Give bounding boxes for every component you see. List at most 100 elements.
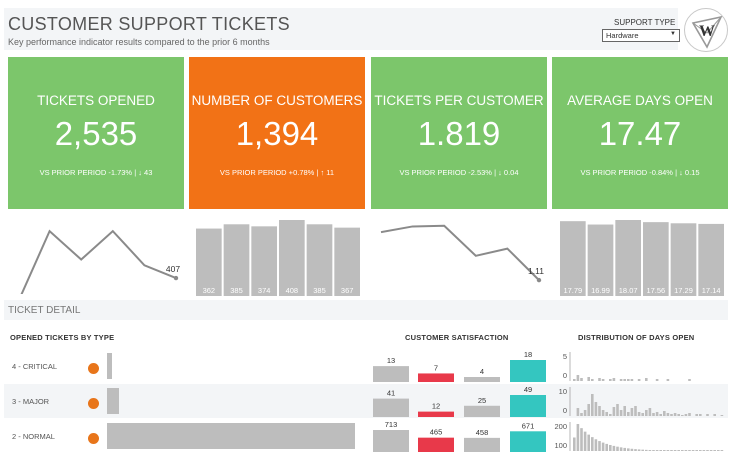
customer-satisfaction-heading: CUSTOMER SATISFACTION — [405, 333, 509, 342]
row-label-major: 3 - MAJOR — [12, 397, 50, 406]
opened-bar-major[interactable] — [107, 388, 119, 414]
histogram-bar — [573, 437, 576, 451]
support-type-label: SUPPORT TYPE — [614, 18, 676, 27]
satisfaction-bar[interactable] — [464, 437, 500, 452]
row-label-normal: 2 - NORMAL — [12, 432, 55, 441]
customers-bar-chart[interactable]: 362 385 374 408 385 367 — [196, 214, 360, 296]
bar-label: 17.79 — [563, 286, 582, 295]
histogram-bar — [612, 378, 616, 381]
svg-text:W: W — [699, 23, 715, 40]
histogram-bar — [623, 406, 626, 416]
opened-tickets-heading: OPENED TICKETS BY TYPE — [10, 333, 115, 342]
histogram-bar — [634, 449, 637, 451]
kpi-value: 1.819 — [417, 115, 501, 152]
histogram-bar — [713, 450, 716, 451]
histogram-bar — [677, 450, 680, 451]
histogram-bar — [684, 450, 688, 451]
kpi-comparison: VS PRIOR PERIOD -2.53% | ↓ 0.04 — [399, 168, 519, 177]
section-title: TICKET DETAIL — [8, 305, 81, 316]
satisfaction-bar[interactable] — [418, 437, 454, 452]
histogram-bar — [623, 447, 626, 451]
histogram-bar — [684, 414, 688, 416]
satisfaction-bar[interactable] — [418, 373, 454, 382]
kpi-tickets-per-customer[interactable]: TICKETS PER CUSTOMER 1.819 VS PRIOR PERI… — [371, 57, 547, 209]
chevron-down-icon: ▼ — [670, 31, 676, 37]
histogram-bar — [666, 413, 670, 416]
satisfaction-bar[interactable] — [510, 431, 546, 452]
kpi-title: AVERAGE DAYS OPEN — [567, 93, 713, 108]
row-label-critical: 4 - CRITICAL — [12, 362, 58, 371]
histogram-bar — [601, 442, 605, 451]
satisfaction-bar[interactable] — [373, 398, 409, 417]
histogram-bar — [699, 450, 702, 451]
last-value-label: 407 — [166, 264, 180, 274]
histogram-bar — [670, 450, 673, 451]
histogram-bar — [587, 434, 590, 451]
tickets-per-customer-sparkline[interactable]: 1.11 — [371, 214, 547, 294]
satisfaction-bar[interactable] — [373, 366, 409, 382]
days-open-bar-chart[interactable]: 17.79 16.99 18.07 17.56 17.29 17.14 — [560, 214, 724, 296]
histogram-bar — [630, 408, 634, 416]
priority-dot-icon — [88, 433, 99, 444]
opened-bar-normal[interactable] — [107, 423, 355, 449]
satisfaction-value: 671 — [522, 421, 535, 430]
bar[interactable] — [643, 222, 669, 296]
ticket-detail-section: TICKET DETAIL — [4, 300, 728, 320]
histogram-bar — [645, 410, 648, 416]
bar-label: 17.14 — [702, 286, 721, 295]
satisfaction-bar[interactable] — [373, 430, 409, 452]
histogram-bar — [659, 414, 662, 416]
kpi-number-of-customers[interactable]: NUMBER OF CUSTOMERS 1,394 VS PRIOR PERIO… — [189, 57, 365, 209]
histogram-bar — [720, 450, 724, 451]
satisfaction-bar[interactable] — [464, 405, 500, 417]
histogram-bar — [576, 375, 580, 381]
bar-label: 16.99 — [591, 286, 610, 295]
brand-logo-icon[interactable]: W — [684, 8, 728, 52]
kpi-value: 2,535 — [54, 115, 138, 152]
histogram-bar — [695, 414, 698, 416]
histogram-bar — [580, 428, 583, 451]
kpi-tickets-opened[interactable]: TICKETS OPENED 2,535 VS PRIOR PERIOD -1.… — [8, 57, 184, 209]
satisfaction-value: 13 — [387, 356, 395, 365]
opened-bar-critical[interactable] — [107, 353, 112, 379]
histogram-bar — [623, 379, 626, 381]
satisfaction-bar[interactable] — [510, 360, 546, 382]
histogram-bar — [616, 446, 619, 451]
trend-line — [20, 229, 177, 294]
satisfaction-value: 465 — [430, 428, 443, 437]
satisfaction-value: 713 — [385, 420, 398, 429]
bar[interactable] — [560, 221, 586, 296]
satisfaction-bar[interactable] — [464, 377, 500, 382]
histogram-bar — [648, 408, 652, 416]
axis-tick-label: 0 — [563, 406, 567, 415]
histogram-bar — [616, 404, 619, 416]
histogram-bar — [591, 394, 594, 416]
histogram-bar — [670, 414, 673, 416]
bar-label: 374 — [258, 286, 271, 295]
bar[interactable] — [279, 220, 305, 296]
histogram-bar — [587, 377, 590, 381]
histogram-bar — [605, 443, 608, 451]
histogram-bar — [619, 379, 623, 381]
histogram-bar — [666, 450, 670, 451]
kpi-comparison: VS PRIOR PERIOD +0.78% | ↑ 11 — [219, 168, 335, 177]
satisfaction-bar[interactable] — [418, 411, 454, 417]
bar-label: 367 — [341, 286, 354, 295]
histogram-bar — [655, 412, 659, 416]
bar-label: 17.56 — [646, 286, 665, 295]
histogram-bar — [648, 450, 652, 451]
histogram-bar — [695, 450, 698, 451]
histogram-bar — [681, 450, 684, 451]
kpi-average-days-open[interactable]: AVERAGE DAYS OPEN 17.47 VS PRIOR PERIOD … — [552, 57, 728, 209]
histogram-bar — [598, 406, 601, 416]
support-type-dropdown[interactable]: Hardware ▼ — [602, 29, 680, 42]
histogram-bar — [598, 441, 601, 451]
satisfaction-value: 41 — [387, 389, 395, 398]
bar[interactable] — [615, 220, 641, 296]
tickets-opened-sparkline[interactable]: 407 — [8, 214, 184, 294]
satisfaction-and-distribution-charts[interactable]: 137 418 5041122549 100713465 458671 200100 — [370, 348, 736, 454]
satisfaction-bar[interactable] — [510, 395, 546, 417]
histogram-bar — [673, 450, 677, 451]
support-type-value: Hardware — [606, 31, 639, 40]
satisfaction-value: 458 — [476, 428, 489, 437]
